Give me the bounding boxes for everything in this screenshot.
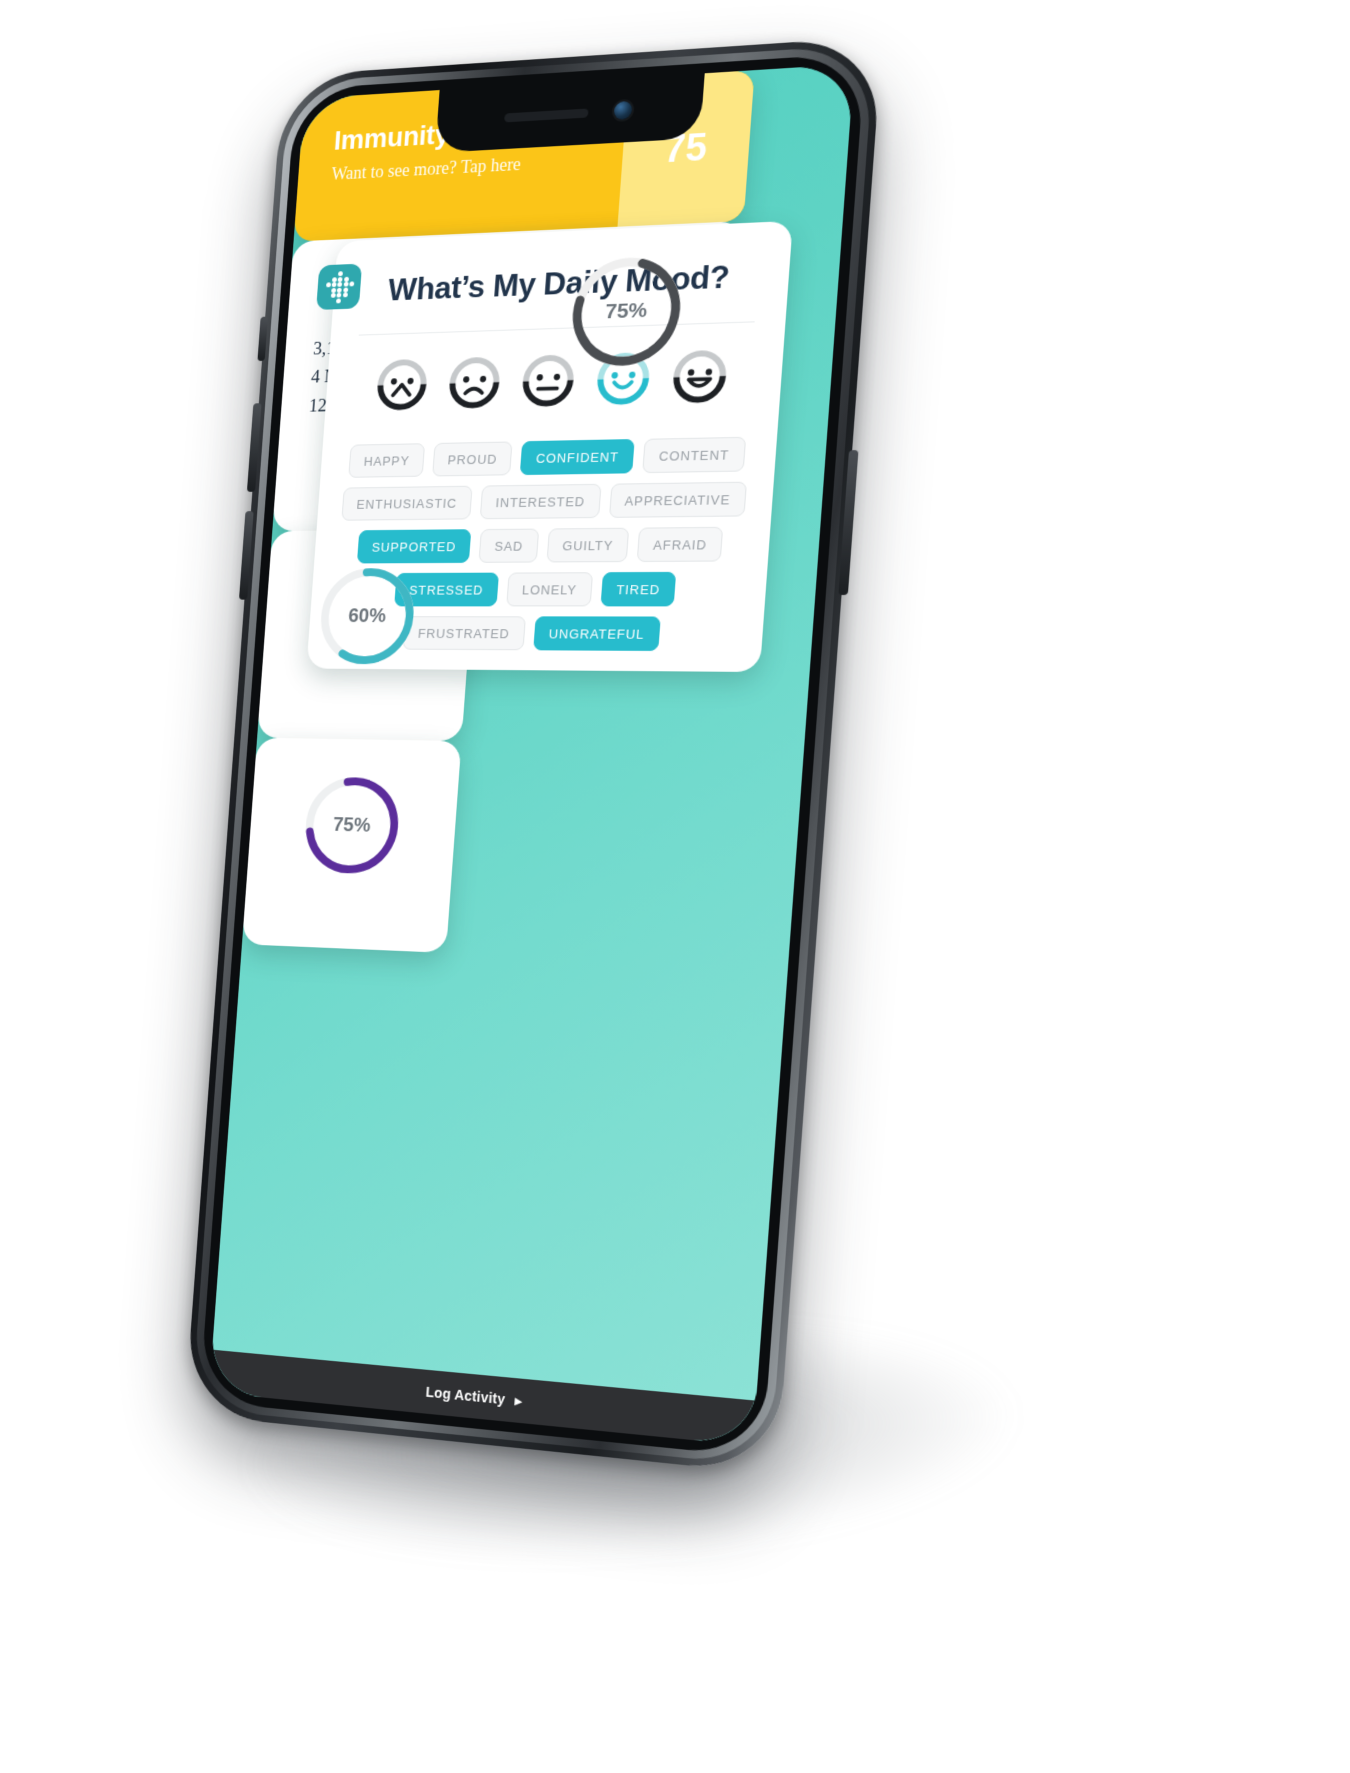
- mood-tag[interactable]: CONFIDENT: [520, 439, 636, 476]
- fitbit-logo-dot: [338, 271, 344, 277]
- mood-tag[interactable]: ENTHUSIASTIC: [341, 485, 473, 521]
- title-divider: [358, 321, 755, 336]
- fitbit-logo-dot: [343, 276, 349, 282]
- fitbit-logo-dot: [337, 282, 343, 288]
- fitbit-logo-icon: [316, 263, 363, 310]
- mood-tag[interactable]: CONTENT: [642, 436, 746, 474]
- activity-ring-label: 75%: [604, 298, 649, 324]
- mood-tag[interactable]: INTERESTED: [479, 483, 602, 520]
- mood-tag[interactable]: TIRED: [600, 571, 677, 607]
- face-very-sad-icon[interactable]: [374, 355, 431, 411]
- fitbit-logo-dot: [336, 292, 342, 298]
- fitbit-logo-dot: [326, 282, 332, 288]
- fitbit-logo-dot: [336, 298, 342, 304]
- fitbit-logo-dot: [330, 293, 336, 299]
- fitbit-logo-dot: [332, 276, 338, 282]
- ring-right-wrap: 75%: [298, 772, 407, 880]
- mood-tag[interactable]: UNGRATEFUL: [532, 616, 661, 651]
- earpiece-speaker-icon: [504, 107, 589, 122]
- fitbit-logo-dot: [331, 282, 337, 288]
- activity-ring: 75%: [563, 250, 689, 373]
- phone-screen: What’s My Daily Mood? HAPPY PROUD CONFID…: [209, 63, 855, 1447]
- mood-tag[interactable]: AFRAID: [636, 526, 724, 562]
- mood-tag[interactable]: SAD: [478, 528, 540, 563]
- fitbit-logo-dot: [337, 276, 343, 282]
- front-camera-icon: [613, 100, 633, 120]
- mood-tag[interactable]: APPRECIATIVE: [608, 481, 747, 518]
- mood-tag[interactable]: SUPPORTED: [356, 529, 472, 564]
- fitbit-logo-dot: [337, 287, 343, 293]
- ring-left-wrap: 60%: [313, 563, 422, 669]
- fitbit-logo-dot: [342, 292, 348, 298]
- face-sad-icon[interactable]: [446, 353, 504, 410]
- mood-tag[interactable]: PROUD: [432, 441, 513, 477]
- mood-tag[interactable]: HAPPY: [348, 443, 426, 478]
- page-title: What’s My Daily Mood?: [387, 258, 731, 308]
- fitbit-logo-dot: [331, 287, 337, 293]
- fitbit-logo-dot: [342, 287, 348, 293]
- phone-mockup: What’s My Daily Mood? HAPPY PROUD CONFID…: [184, 36, 883, 1475]
- app-content: What’s My Daily Mood? HAPPY PROUD CONFID…: [209, 64, 854, 1447]
- fitbit-logo-dot: [343, 281, 349, 287]
- mood-tag[interactable]: GUILTY: [546, 527, 630, 563]
- ring-right-label: 75%: [332, 813, 372, 837]
- mood-face-selector[interactable]: [325, 344, 784, 412]
- mood-tag[interactable]: FRUSTRATED: [402, 616, 526, 651]
- fitbit-logo-dot: [349, 281, 355, 287]
- screenshot-stage: What’s My Daily Mood? HAPPY PROUD CONFID…: [0, 0, 1350, 1773]
- ring-card-right[interactable]: 75%: [241, 737, 462, 953]
- mood-tag[interactable]: LONELY: [506, 572, 593, 607]
- ring-left-label: 60%: [347, 604, 387, 627]
